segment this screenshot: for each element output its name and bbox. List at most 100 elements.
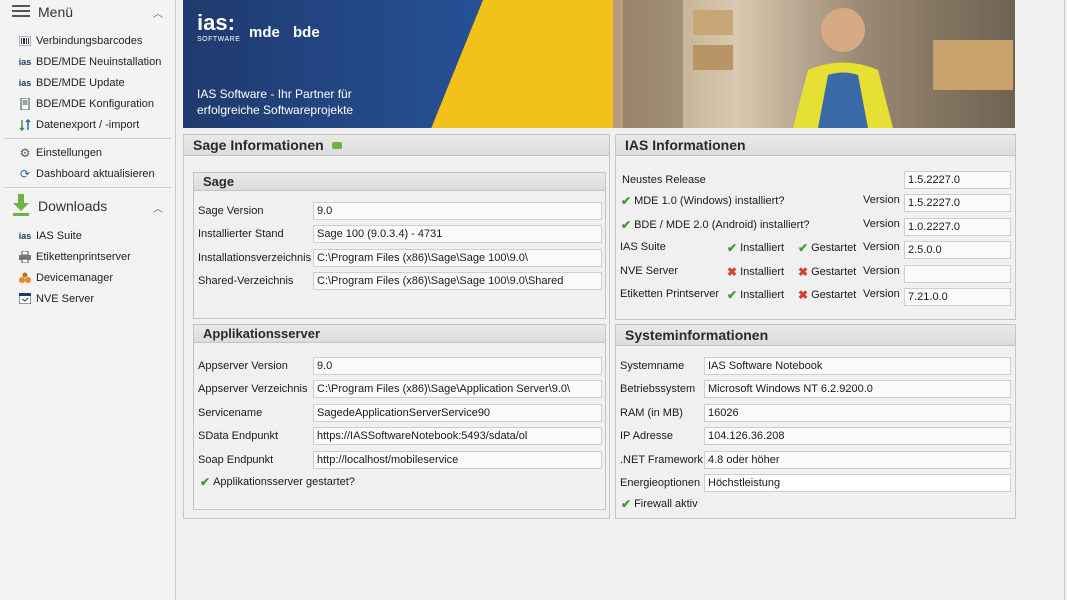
nve-started-status: ✖ Gestartet [798, 265, 856, 279]
sidebar: Menü ︿ Verbindungsbarcodes ias BDE/MDE N… [0, 0, 176, 600]
appserver-subpanel-title: Applikationsserver [194, 325, 605, 343]
row-label: Betriebssystem [620, 383, 696, 395]
ram-field[interactable]: 16026 [704, 404, 1011, 422]
etiketten-printserver-label: Etiketten Printserver [620, 288, 720, 300]
menu-section-header[interactable]: Menü ︿ [0, 0, 175, 24]
sidebar-item-label: Etikettenprintserver [36, 250, 131, 263]
row-label: Installationsverzeichnis [198, 252, 312, 264]
soap-endpoint-field[interactable]: http://localhost/mobileservice [313, 451, 602, 469]
sidebar-item-label: BDE/MDE Neuinstallation [36, 55, 162, 68]
sidebar-item-devicemanager[interactable]: Devicemanager [0, 267, 175, 288]
sidebar-item-label: BDE/MDE Update [36, 76, 125, 89]
server-icon [18, 292, 32, 306]
sidebar-item-label: BDE/MDE Konfiguration [36, 97, 154, 110]
sidebar-item-label: Dashboard aktualisieren [36, 167, 155, 180]
window-border [1064, 0, 1065, 600]
check-icon: ✔ [727, 288, 738, 302]
collapse-caret-icon[interactable]: ︿ [153, 200, 163, 215]
logo-subtext: SOFTWARE [197, 36, 241, 43]
bde-installed-status: ✔ BDE / MDE 2.0 (Android) installiert? [621, 218, 810, 232]
release-field[interactable]: 1.5.2227.0 [904, 171, 1011, 189]
servicename-field[interactable]: SagedeApplicationServerService90 [313, 404, 602, 422]
menu-title: Menü [38, 4, 74, 20]
sidebar-item-konfiguration[interactable]: BDE/MDE Konfiguration [0, 93, 175, 114]
cross-icon: ✖ [798, 265, 809, 279]
sidebar-item-einstellungen[interactable]: ⚙ Einstellungen [0, 142, 175, 163]
install-dir-field[interactable]: C:\Program Files (x86)\Sage\Sage 100\9.0… [313, 249, 602, 267]
sidebar-item-ias-suite[interactable]: ias IAS Suite [0, 225, 175, 246]
sidebar-divider [4, 187, 171, 188]
row-label: SData Endpunkt [198, 430, 279, 442]
appserver-started-status: ✔ Applikationsserver gestartet? [200, 475, 355, 489]
appserver-version-field[interactable]: 9.0 [313, 357, 602, 375]
suite-version-field[interactable]: 2.5.0.0 [904, 241, 1011, 259]
row-label: Installierter Stand [198, 228, 284, 240]
bde-version-field[interactable]: 1.0.2227.0 [904, 218, 1011, 236]
sidebar-item-dashboard-aktualisieren[interactable]: ⟳ Dashboard aktualisieren [0, 163, 175, 184]
sidebar-item-verbindungsbarcodes[interactable]: Verbindungsbarcodes [0, 30, 175, 51]
sage-version-field[interactable]: 9.0 [313, 202, 602, 220]
row-label: Soap Endpunkt [198, 454, 274, 466]
downloads-title: Downloads [38, 198, 108, 214]
check-icon: ✔ [798, 241, 809, 255]
firewall-status: ✔ Firewall aktiv [621, 497, 698, 511]
sidebar-item-neuinstallation[interactable]: ias BDE/MDE Neuinstallation [0, 51, 175, 72]
started-label: Gestartet [811, 266, 857, 278]
row-label: IP Adresse [620, 430, 673, 442]
device-manager-icon [18, 271, 32, 285]
printer-icon [18, 250, 32, 264]
suite-installed-status: ✔ Installiert [727, 241, 784, 255]
etikett-started-status: ✖ Gestartet [798, 288, 856, 302]
barcode-icon [18, 34, 32, 48]
started-label: Gestartet [811, 242, 857, 254]
mde-installed-status: ✔ MDE 1.0 (Windows) installiert? [621, 194, 784, 208]
transfer-icon [18, 118, 32, 132]
sidebar-divider [4, 138, 171, 139]
sidebar-item-label: Einstellungen [36, 146, 103, 159]
sage-subpanel-title: Sage [194, 173, 605, 191]
version-label: Version [863, 194, 900, 206]
check-icon: ✔ [621, 194, 632, 208]
refresh-icon: ⟳ [19, 166, 31, 181]
system-info-panel: Systeminformationen Systemname IAS Softw… [615, 324, 1016, 519]
logo-text: ias: [197, 10, 235, 35]
download-arrow-icon [12, 193, 30, 219]
firewall-label: Firewall aktiv [634, 498, 698, 510]
banner-tagline: IAS Software - Ihr Partner für erfolgrei… [197, 86, 353, 118]
dotnet-field[interactable]: 4.8 oder höher [704, 451, 1011, 469]
sidebar-item-etikettenprintserver[interactable]: Etikettenprintserver [0, 246, 175, 267]
version-label: Version [863, 288, 900, 300]
sidebar-item-label: Verbindungsbarcodes [36, 34, 143, 47]
ias-icon: ias [18, 56, 32, 67]
shared-dir-field[interactable]: C:\Program Files (x86)\Sage\Sage 100\9.0… [313, 272, 602, 290]
sidebar-item-update[interactable]: ias BDE/MDE Update [0, 72, 175, 93]
bde-label: BDE / MDE 2.0 (Android) installiert? [634, 219, 810, 231]
sidebar-item-nve-server[interactable]: NVE Server [0, 288, 175, 309]
ip-field[interactable]: 104.126.36.208 [704, 427, 1011, 445]
version-label: Version [863, 265, 900, 277]
os-field[interactable]: Microsoft Windows NT 6.2.9200.0 [704, 380, 1011, 398]
nve-version-field[interactable] [904, 265, 1011, 283]
installed-label: Installiert [740, 242, 785, 254]
sdata-endpoint-field[interactable]: https://IASSoftwareNotebook:5493/sdata/o… [313, 427, 602, 445]
device-icon [18, 97, 32, 111]
installed-state-field[interactable]: Sage 100 (9.0.3.4) - 4731 [313, 225, 602, 243]
tagline-line-2: erfolgreiche Softwareprojekte [197, 103, 354, 117]
mde-version-field[interactable]: 1.5.2227.0 [904, 194, 1011, 212]
sage-info-panel: Sage Informationen Sage Sage Version 9.0… [183, 134, 610, 519]
ias-icon: ias [18, 230, 32, 241]
appserver-started-label: Applikationsserver gestartet? [213, 476, 355, 488]
version-label: Version [863, 218, 900, 230]
downloads-section-header[interactable]: Downloads ︿ [0, 191, 175, 221]
appserver-dir-field[interactable]: C:\Program Files (x86)\Sage\Application … [313, 380, 602, 398]
systemname-field[interactable]: IAS Software Notebook [704, 357, 1011, 375]
cross-icon: ✖ [798, 288, 809, 302]
banner-photo [613, 0, 1015, 128]
check-icon: ✔ [200, 475, 211, 489]
etikett-version-field[interactable]: 7.21.0.0 [904, 288, 1011, 306]
collapse-caret-icon[interactable]: ︿ [153, 5, 163, 20]
sidebar-item-label: NVE Server [36, 292, 95, 305]
sidebar-item-datenexport[interactable]: Datenexport / -import [0, 114, 175, 135]
energy-field[interactable]: Höchstleistung [704, 474, 1011, 492]
ias-info-title: IAS Informationen [616, 135, 1015, 156]
